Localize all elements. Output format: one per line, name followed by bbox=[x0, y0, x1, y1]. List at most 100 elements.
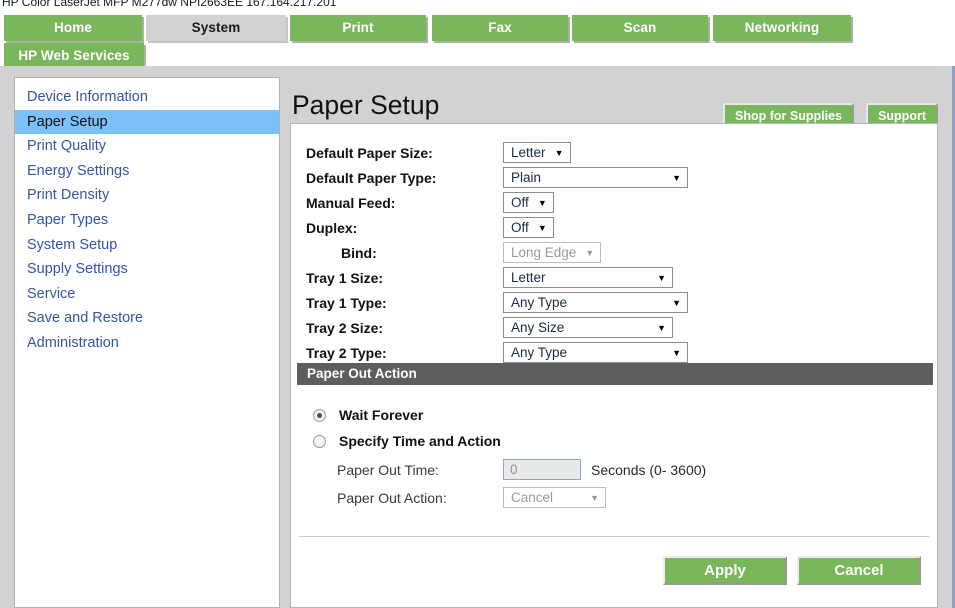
chevron-down-icon: ▼ bbox=[672, 348, 681, 358]
main-content: Paper Setup Shop for Supplies Support De… bbox=[290, 77, 938, 608]
sidebar-item-administration[interactable]: Administration bbox=[15, 331, 279, 356]
chevron-down-icon: ▼ bbox=[672, 298, 681, 308]
content-header: Paper Setup Shop for Supplies Support bbox=[290, 77, 938, 129]
label-duplex: Duplex: bbox=[306, 219, 358, 236]
paper-out-action-row: Paper Out Action: Cancel ▼ bbox=[291, 485, 937, 510]
select-value: Off bbox=[511, 195, 529, 210]
tab-networking[interactable]: Networking bbox=[713, 15, 851, 41]
chevron-down-icon: ▼ bbox=[537, 223, 547, 233]
label-tray-2-type: Tray 2 Type: bbox=[306, 344, 387, 361]
page-frame: Device Information Paper Setup Print Quali… bbox=[0, 66, 955, 608]
tab-fax-label: Fax bbox=[488, 20, 512, 35]
sidebar-item-label: Device Information bbox=[27, 89, 148, 105]
sidebar-item-device-information[interactable]: Device Information bbox=[15, 85, 279, 110]
select-tray-1-type[interactable]: Any Type ▼ bbox=[503, 292, 688, 313]
label-default-paper-type: Default Paper Type: bbox=[306, 169, 437, 186]
tab-system[interactable]: System bbox=[146, 15, 286, 41]
form-row-default-paper-size: Default Paper Size: Letter ▼ bbox=[291, 140, 937, 165]
sidebar-item-label: Save and Restore bbox=[27, 310, 144, 327]
form-row-tray-1-type: Tray 1 Type: Any Type ▼ bbox=[291, 290, 937, 315]
select-value: Letter bbox=[511, 145, 546, 160]
cancel-button[interactable]: Cancel bbox=[797, 556, 921, 585]
paper-out-action-options: Wait Forever Specify Time and Action Pap… bbox=[291, 402, 937, 510]
tab-print-label: Print bbox=[342, 20, 374, 35]
sidebar-item-save-and-restore[interactable]: Save and Restore bbox=[15, 306, 279, 331]
select-value: Off bbox=[511, 220, 529, 235]
label-default-paper-size: Default Paper Size: bbox=[306, 144, 433, 161]
tab-networking-label: Networking bbox=[744, 20, 820, 35]
sidebar-item-label: Print Quality bbox=[27, 138, 106, 155]
select-value: Any Type bbox=[511, 295, 568, 310]
select-tray-2-size[interactable]: Any Size ▼ bbox=[503, 317, 673, 338]
radio-wait-forever[interactable] bbox=[313, 408, 326, 422]
settings-panel: Default Paper Size: Letter ▼ Default Paper … bbox=[290, 123, 938, 608]
form-row-duplex: Duplex: Off ▼ bbox=[291, 215, 937, 240]
sidebar-item-print-quality[interactable]: Print Quality bbox=[15, 134, 279, 159]
radio-specify-time-and-action[interactable] bbox=[313, 434, 326, 448]
page-title: Paper Setup bbox=[292, 90, 440, 120]
label-bind: Bind: bbox=[341, 244, 377, 261]
chevron-down-icon: ▼ bbox=[672, 173, 681, 183]
paper-settings-form: Default Paper Size: Letter ▼ Default Paper … bbox=[291, 140, 937, 365]
label-tray-1-size: Tray 1 Size: bbox=[306, 269, 384, 286]
select-duplex[interactable]: Off ▼ bbox=[503, 217, 554, 238]
chevron-down-icon: ▼ bbox=[554, 148, 564, 158]
select-tray-1-size[interactable]: Letter ▼ bbox=[503, 267, 673, 288]
chevron-down-icon: ▼ bbox=[657, 273, 666, 283]
paper-out-time-row: Paper Out Time: Seconds (0- 3600) bbox=[291, 457, 937, 482]
browser-title-text: HP Color LaserJet MFP M277dw NPI2663EE 1… bbox=[2, 0, 337, 9]
paper-out-time-input[interactable] bbox=[503, 459, 581, 480]
sidebar-item-service[interactable]: Service bbox=[15, 282, 279, 307]
form-row-default-paper-type: Default Paper Type: Plain ▼ bbox=[291, 165, 937, 190]
radio-row-wait-forever[interactable]: Wait Forever bbox=[291, 402, 937, 428]
form-row-tray-2-size: Tray 2 Size: Any Size ▼ bbox=[291, 315, 937, 340]
label-tray-2-size: Tray 2 Size: bbox=[306, 319, 384, 336]
sidebar-item-paper-types[interactable]: Paper Types bbox=[15, 208, 279, 233]
paper-out-action-value: Cancel bbox=[511, 490, 554, 505]
sidebar-item-paper-setup[interactable]: Paper Setup bbox=[15, 109, 279, 135]
radio-row-specify-time[interactable]: Specify Time and Action bbox=[291, 428, 937, 454]
main-tab-bar: Home System Print Fax Scan Networking HP… bbox=[0, 10, 955, 69]
select-tray-2-type[interactable]: Any Type ▼ bbox=[503, 342, 688, 363]
sidebar-item-label: Administration bbox=[27, 334, 119, 351]
chevron-down-icon: ▼ bbox=[657, 323, 666, 333]
apply-button[interactable]: Apply bbox=[663, 556, 787, 585]
sidebar-item-label: Supply Settings bbox=[27, 261, 128, 278]
tab-fax[interactable]: Fax bbox=[432, 15, 568, 41]
tab-system-label: System bbox=[191, 20, 241, 35]
sidebar-item-label: Energy Settings bbox=[27, 162, 130, 179]
tab-home[interactable]: Home bbox=[4, 15, 142, 41]
tab-hp-web-services-label: HP Web Services bbox=[18, 48, 130, 63]
chevron-down-icon: ▼ bbox=[590, 493, 599, 503]
tab-scan-label: Scan bbox=[623, 20, 657, 35]
select-default-paper-size[interactable]: Letter ▼ bbox=[503, 142, 571, 163]
select-manual-feed[interactable]: Off ▼ bbox=[503, 192, 554, 213]
sidebar-item-label: Service bbox=[27, 285, 76, 302]
tab-home-label: Home bbox=[54, 20, 92, 35]
tab-print[interactable]: Print bbox=[290, 15, 426, 41]
chevron-down-icon: ▼ bbox=[585, 248, 595, 258]
radio-wait-forever-label: Wait Forever bbox=[339, 407, 424, 423]
select-value: Any Type bbox=[511, 345, 568, 360]
sidebar-item-energy-settings[interactable]: Energy Settings bbox=[15, 159, 279, 184]
label-manual-feed: Manual Feed: bbox=[306, 194, 396, 211]
browser-title-strip: HP Color LaserJet MFP M277dw NPI2663EE 1… bbox=[0, 0, 955, 10]
sidebar-item-label: System Setup bbox=[27, 236, 118, 253]
select-bind[interactable]: Long Edge ▼ bbox=[503, 242, 602, 263]
tab-scan[interactable]: Scan bbox=[572, 15, 708, 41]
form-row-manual-feed: Manual Feed: Off ▼ bbox=[291, 190, 937, 215]
radio-specify-time-label: Specify Time and Action bbox=[339, 433, 501, 449]
sidebar-item-supply-settings[interactable]: Supply Settings bbox=[15, 257, 279, 282]
select-value: Letter bbox=[511, 270, 546, 285]
sidebar-item-system-setup[interactable]: System Setup bbox=[15, 233, 279, 258]
sidebar-item-print-density[interactable]: Print Density bbox=[15, 183, 279, 208]
sidebar-item-label: Paper Setup bbox=[27, 113, 108, 130]
form-row-bind: Bind: Long Edge ▼ bbox=[291, 240, 937, 265]
select-default-paper-type[interactable]: Plain ▼ bbox=[503, 167, 688, 188]
select-value: Any Size bbox=[511, 320, 565, 335]
form-row-tray-2-type: Tray 2 Type: Any Type ▼ bbox=[291, 340, 937, 365]
chevron-down-icon: ▼ bbox=[537, 198, 547, 208]
paper-out-action-label: Paper Out Action: bbox=[337, 489, 447, 506]
select-value: Plain bbox=[511, 170, 542, 185]
paper-out-action-select[interactable]: Cancel ▼ bbox=[503, 487, 606, 508]
